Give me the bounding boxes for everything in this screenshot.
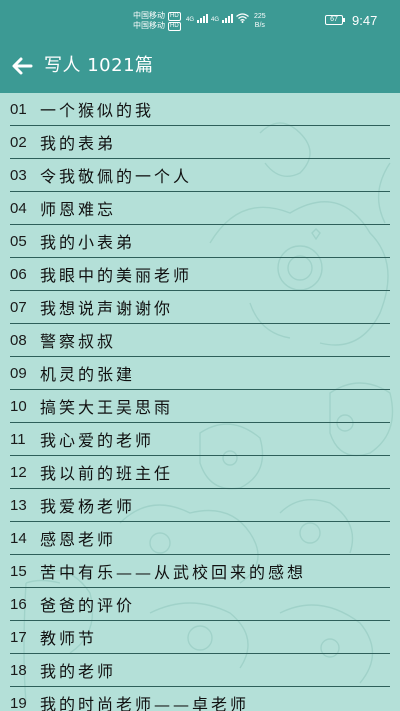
item-number: 14 (10, 529, 27, 547)
item-number: 15 (10, 562, 27, 580)
item-title: 机灵的张建 (40, 365, 136, 384)
item-title: 师恩难忘 (40, 200, 117, 219)
item-title: 我的小表弟 (40, 233, 136, 252)
list-item[interactable]: 15 苦中有乐——从武校回来的感想 (10, 555, 390, 588)
item-number: 04 (10, 199, 27, 217)
list-item[interactable]: 18 我的老师 (10, 654, 390, 687)
list-item[interactable]: 09 机灵的张建 (10, 357, 390, 390)
hd-badge: HD (168, 21, 181, 31)
list-item[interactable]: 06 我眼中的美丽老师 (10, 258, 390, 291)
signal-strength-icon (222, 14, 234, 23)
back-button[interactable] (8, 52, 36, 80)
signal-strength-icon (197, 14, 209, 23)
item-number: 16 (10, 595, 27, 613)
page-title: 写人 1021篇 (44, 55, 154, 76)
item-number: 18 (10, 661, 27, 679)
list-item[interactable]: 14 感恩老师 (10, 522, 390, 555)
item-number: 13 (10, 496, 27, 514)
item-title: 我的表弟 (40, 134, 117, 153)
item-title: 搞笑大王吴思雨 (40, 398, 174, 417)
item-title: 爸爸的评价 (40, 596, 136, 615)
item-number: 03 (10, 166, 27, 184)
carrier-1-label: 中国移动 (133, 11, 165, 20)
item-title: 一个猴似的我 (40, 101, 155, 120)
item-number: 05 (10, 232, 27, 250)
list-item[interactable]: 08 警察叔叔 (10, 324, 390, 357)
item-title: 我爱杨老师 (40, 497, 136, 516)
title-bar: 写人 1021篇 (0, 40, 400, 93)
article-list: 01 一个猴似的我 02 我的表弟 03 令我敬佩的一个人 04 师恩难忘 05 我的小表… (0, 93, 400, 711)
network-type-2: 4G (211, 17, 220, 23)
item-title: 我的老师 (40, 662, 117, 681)
list-item[interactable]: 13 我爱杨老师 (10, 489, 390, 522)
battery-icon: 67 (325, 15, 345, 25)
list-item[interactable]: 11 我心爱的老师 (10, 423, 390, 456)
speed-unit: B/s (254, 22, 265, 29)
hd-badge: HD (168, 11, 181, 21)
signal-indicators: 4G 4G (186, 13, 249, 23)
item-number: 06 (10, 265, 27, 283)
item-number: 19 (10, 694, 27, 711)
item-title: 教师节 (40, 629, 98, 648)
item-number: 10 (10, 397, 27, 415)
network-type-1: 4G (186, 17, 195, 23)
carrier-2-label: 中国移动 (133, 21, 165, 30)
item-title: 苦中有乐——从武校回来的感想 (40, 563, 307, 582)
item-title: 警察叔叔 (40, 332, 117, 351)
status-time: 9:47 (352, 13, 378, 28)
item-number: 08 (10, 331, 27, 349)
item-title: 我眼中的美丽老师 (40, 266, 193, 285)
item-title: 令我敬佩的一个人 (40, 167, 193, 186)
network-speed: 225 B/s (254, 12, 266, 30)
item-title: 我以前的班主任 (40, 464, 174, 483)
item-number: 11 (10, 430, 26, 448)
item-title: 我的时尚老师——卓老师 (40, 695, 250, 711)
list-item[interactable]: 07 我想说声谢谢你 (10, 291, 390, 324)
item-number: 17 (10, 628, 27, 646)
carrier-info: 中国移动 HD 中国移动 HD (133, 11, 181, 31)
list-item[interactable]: 05 我的小表弟 (10, 225, 390, 258)
list-item[interactable]: 04 师恩难忘 (10, 192, 390, 225)
list-item[interactable]: 12 我以前的班主任 (10, 456, 390, 489)
speed-value: 225 (254, 13, 266, 20)
item-title: 我心爱的老师 (40, 431, 155, 450)
item-number: 09 (10, 364, 27, 382)
list-item[interactable]: 01 一个猴似的我 (10, 93, 390, 126)
list-item[interactable]: 03 令我敬佩的一个人 (10, 159, 390, 192)
status-bar: 中国移动 HD 中国移动 HD 4G 4G 225 B/s 67 9:47 (0, 0, 400, 40)
wifi-icon (236, 13, 249, 23)
list-item[interactable]: 17 教师节 (10, 621, 390, 654)
battery-level: 67 (330, 16, 338, 23)
list-item[interactable]: 02 我的表弟 (10, 126, 390, 159)
item-title: 感恩老师 (40, 530, 117, 549)
item-number: 02 (10, 133, 27, 151)
arrow-left-icon (12, 57, 33, 75)
item-title: 我想说声谢谢你 (40, 299, 174, 318)
list-item[interactable]: 10 搞笑大王吴思雨 (10, 390, 390, 423)
item-number: 07 (10, 298, 27, 316)
article-list-panel: 01 一个猴似的我 02 我的表弟 03 令我敬佩的一个人 04 师恩难忘 05 我的小表… (0, 93, 400, 711)
list-item[interactable]: 19 我的时尚老师——卓老师 (10, 687, 390, 711)
list-item[interactable]: 16 爸爸的评价 (10, 588, 390, 621)
item-number: 12 (10, 463, 27, 481)
item-number: 01 (10, 100, 27, 118)
